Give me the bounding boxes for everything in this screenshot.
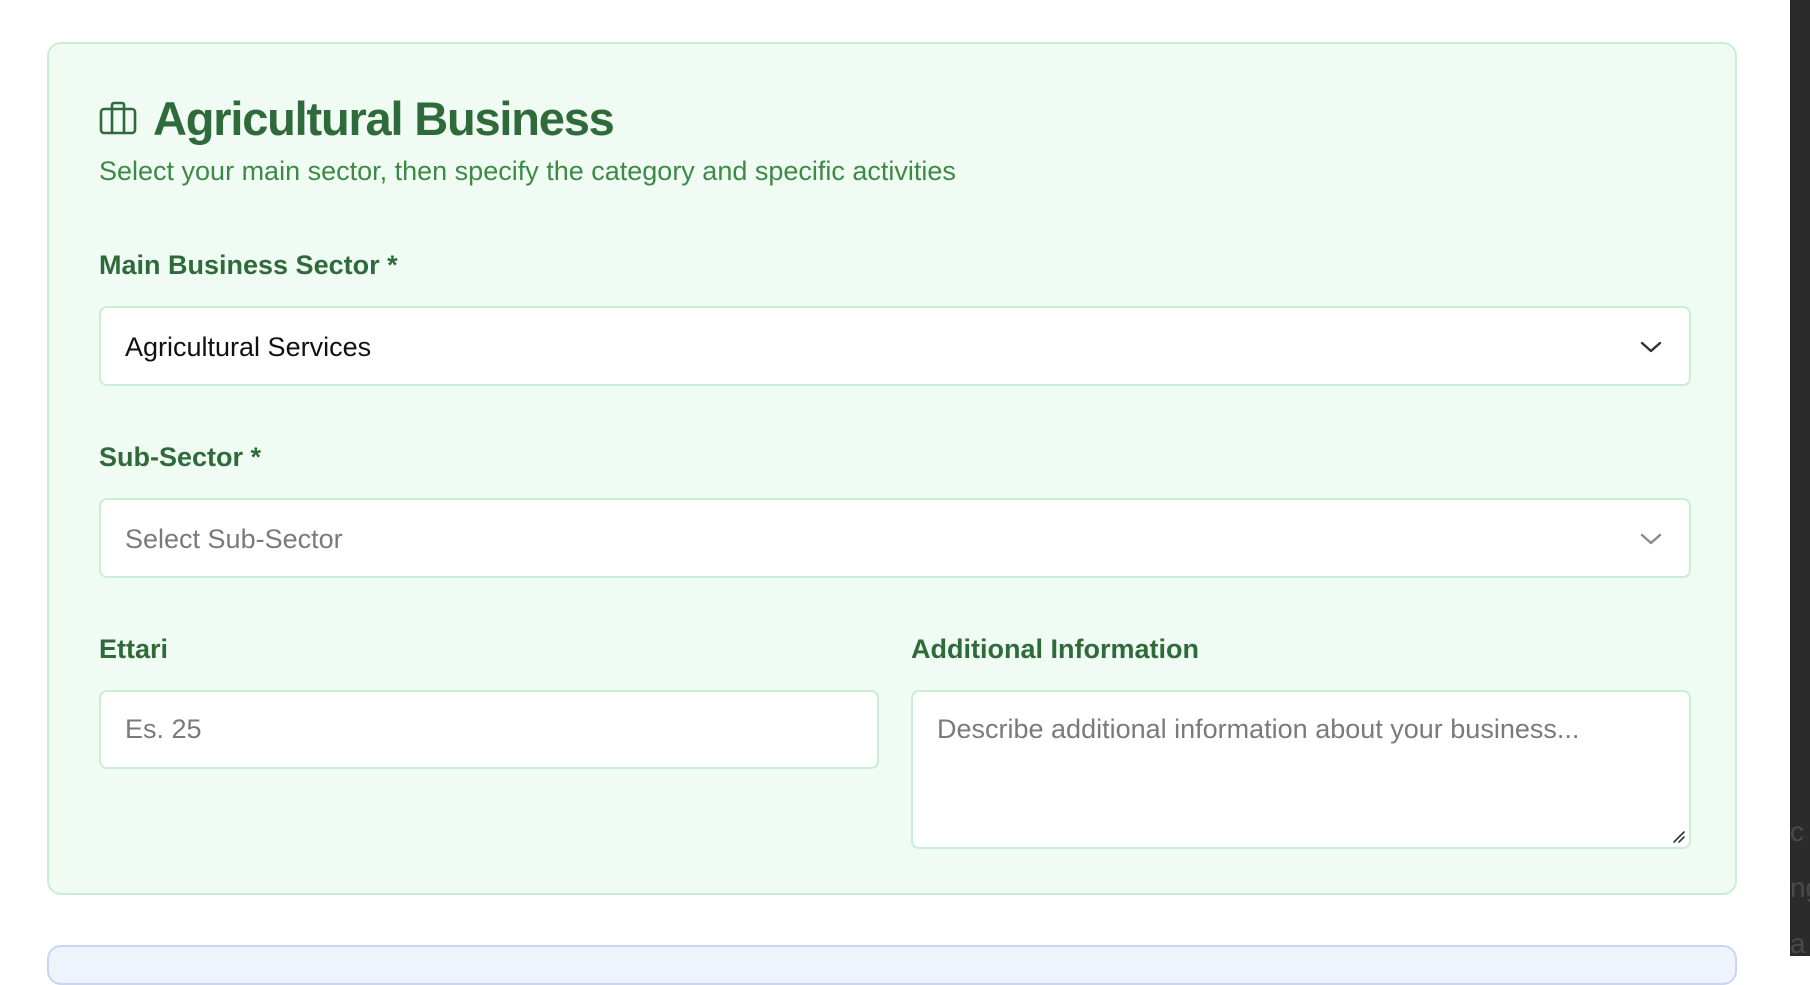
sub-sector-label: Sub-Sector * [99,442,262,472]
chevron-down-icon [1639,528,1663,550]
additional-info-field-wrapper [911,690,1691,849]
section-header: Agricultural Business [99,88,615,148]
ettari-label: Ettari [99,634,169,664]
additional-info-label: Additional Information [911,634,1199,664]
side-panel-edge: c ng a [1790,0,1810,956]
section-title: Agricultural Business [153,91,615,145]
main-sector-select[interactable]: Agricultural Services [99,306,1691,386]
edge-text-fragment: c [1790,816,1804,847]
briefcase-icon [99,98,139,138]
next-section-card [47,945,1737,985]
agricultural-business-card: Agricultural Business Select your main s… [47,42,1737,895]
main-sector-selected-value: Agricultural Services [125,332,372,362]
section-subtitle: Select your main sector, then specify th… [99,156,956,186]
sub-sector-placeholder: Select Sub-Sector [125,524,343,554]
resize-handle-icon[interactable] [1670,828,1686,844]
additional-info-textarea[interactable] [913,692,1689,847]
edge-text-fragment: ng [1790,872,1810,903]
edge-text-fragment: a [1790,928,1806,957]
main-sector-label: Main Business Sector * [99,250,398,280]
ettari-input[interactable] [101,692,877,767]
sub-sector-select[interactable]: Select Sub-Sector [99,498,1691,578]
ettari-field-wrapper [99,690,879,769]
chevron-down-icon [1639,336,1663,358]
